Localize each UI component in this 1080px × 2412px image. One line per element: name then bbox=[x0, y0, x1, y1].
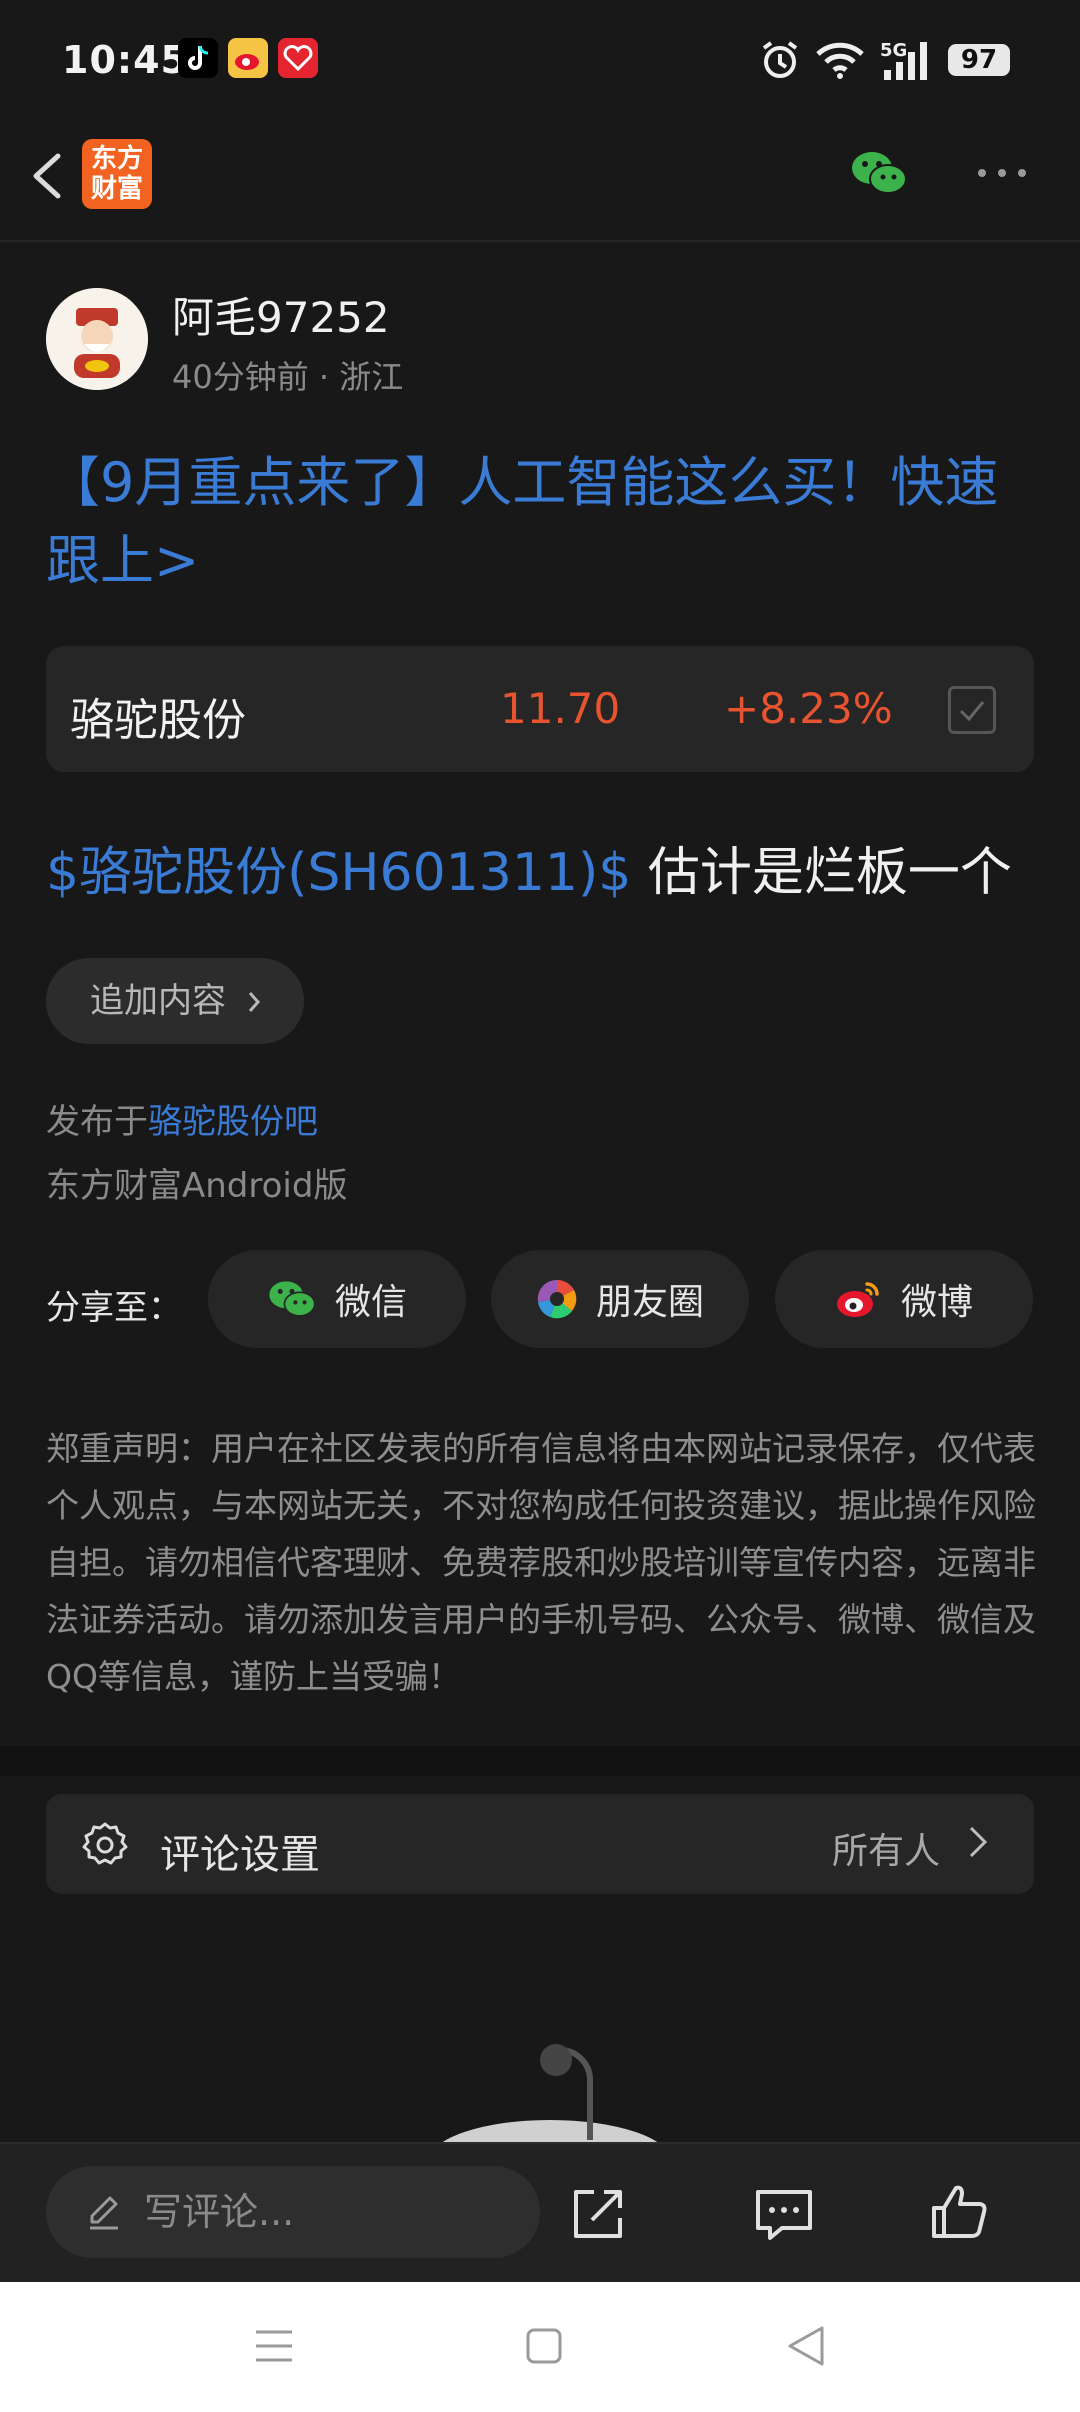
add-content-label: 追加内容 bbox=[90, 981, 226, 1021]
share-weibo-button[interactable]: 微博 bbox=[775, 1250, 1033, 1348]
wifi-icon bbox=[814, 40, 866, 84]
stock-price: 11.70 bbox=[500, 684, 621, 733]
back-nav-icon[interactable] bbox=[786, 2324, 826, 2372]
share-weibo-label: 微博 bbox=[900, 1282, 973, 1323]
comments-button[interactable] bbox=[752, 2184, 816, 2248]
home-icon[interactable] bbox=[524, 2326, 564, 2370]
share-button[interactable] bbox=[568, 2184, 628, 2248]
gear-icon bbox=[80, 1820, 130, 1874]
author-name[interactable]: 阿毛97252 bbox=[172, 284, 390, 345]
check-icon bbox=[959, 701, 985, 722]
stock-change: +8.23% bbox=[724, 684, 893, 733]
post-body-text: 估计是烂板一个 bbox=[631, 843, 1012, 903]
post-platform: 东方财富Android版 bbox=[46, 1166, 348, 1206]
published-in: 发布于骆驼股份吧 bbox=[46, 1094, 318, 1143]
comment-placeholder: 写评论... bbox=[144, 2190, 295, 2234]
alarm-icon bbox=[758, 38, 802, 86]
add-watchlist-checkbox[interactable] bbox=[948, 686, 996, 734]
add-content-button[interactable]: 追加内容 bbox=[46, 958, 304, 1044]
share-label: 分享至： bbox=[46, 1288, 182, 1328]
back-button[interactable] bbox=[22, 140, 82, 210]
heart-app-icon bbox=[278, 38, 318, 78]
moments-icon bbox=[537, 1279, 577, 1319]
wechat-icon bbox=[269, 1281, 316, 1317]
share-wechat-button[interactable]: 微信 bbox=[208, 1250, 466, 1348]
published-prefix: 发布于 bbox=[46, 1102, 148, 1142]
forum-link[interactable]: 骆驼股份吧 bbox=[148, 1102, 318, 1142]
wechat-share-button[interactable] bbox=[850, 148, 908, 198]
share-moments-label: 朋友圈 bbox=[595, 1282, 704, 1323]
tiktok-icon bbox=[178, 38, 218, 78]
chevron-left-icon bbox=[33, 153, 61, 199]
comment-settings-value: 所有人 bbox=[832, 1831, 941, 1872]
share-moments-button[interactable]: 朋友圈 bbox=[491, 1250, 749, 1348]
disclaimer-text: 郑重声明：用户在社区发表的所有信息将由本网站记录保存，仅代表个人观点，与本网站无… bbox=[46, 1429, 1036, 1696]
chevron-right-icon bbox=[248, 992, 261, 1012]
comment-bubble-icon bbox=[756, 2190, 812, 2240]
post-title-link[interactable]: 【9月重点来了】人工智能这么买！快速跟上> bbox=[46, 444, 1036, 600]
eastmoney-logo: 东方 财富 bbox=[82, 139, 152, 209]
weibo-icon bbox=[836, 1282, 879, 1317]
share-wechat-label: 微信 bbox=[334, 1282, 407, 1323]
post-meta: 40分钟前 · 浙江 bbox=[172, 358, 404, 396]
comment-settings-label: 评论设置 bbox=[160, 1832, 320, 1878]
comment-input[interactable]: 写评论... bbox=[46, 2166, 540, 2258]
thumbs-up-icon bbox=[932, 2185, 987, 2238]
like-button[interactable] bbox=[928, 2180, 992, 2248]
wechat-icon bbox=[852, 152, 907, 194]
empty-comments-illustration bbox=[420, 2030, 680, 2142]
status-bar: 10:45 5G 97 bbox=[0, 0, 1080, 120]
battery-indicator: 97 bbox=[948, 44, 1010, 76]
more-button[interactable] bbox=[972, 158, 1032, 188]
share-icon bbox=[574, 2190, 622, 2238]
logo-text-line2: 财富 bbox=[90, 174, 143, 204]
top-nav-bar bbox=[0, 120, 1080, 242]
post-body: $骆驼股份(SH601311)$ 估计是烂板一个 bbox=[46, 830, 1012, 905]
stock-tag-link[interactable]: $骆驼股份(SH601311)$ bbox=[46, 843, 631, 903]
avatar[interactable] bbox=[46, 288, 148, 390]
chevron-right-icon bbox=[966, 1822, 990, 1866]
section-divider bbox=[0, 1746, 1080, 1776]
status-time: 10:45 bbox=[62, 38, 188, 82]
stock-name: 骆驼股份 bbox=[70, 695, 246, 746]
signal-icon bbox=[882, 40, 934, 86]
more-dots-icon bbox=[978, 169, 1026, 177]
logo-text-line1: 东方 bbox=[90, 144, 143, 174]
menu-icon[interactable] bbox=[254, 2326, 294, 2370]
weibo-app-icon bbox=[228, 38, 268, 78]
pencil-icon bbox=[90, 2196, 118, 2230]
